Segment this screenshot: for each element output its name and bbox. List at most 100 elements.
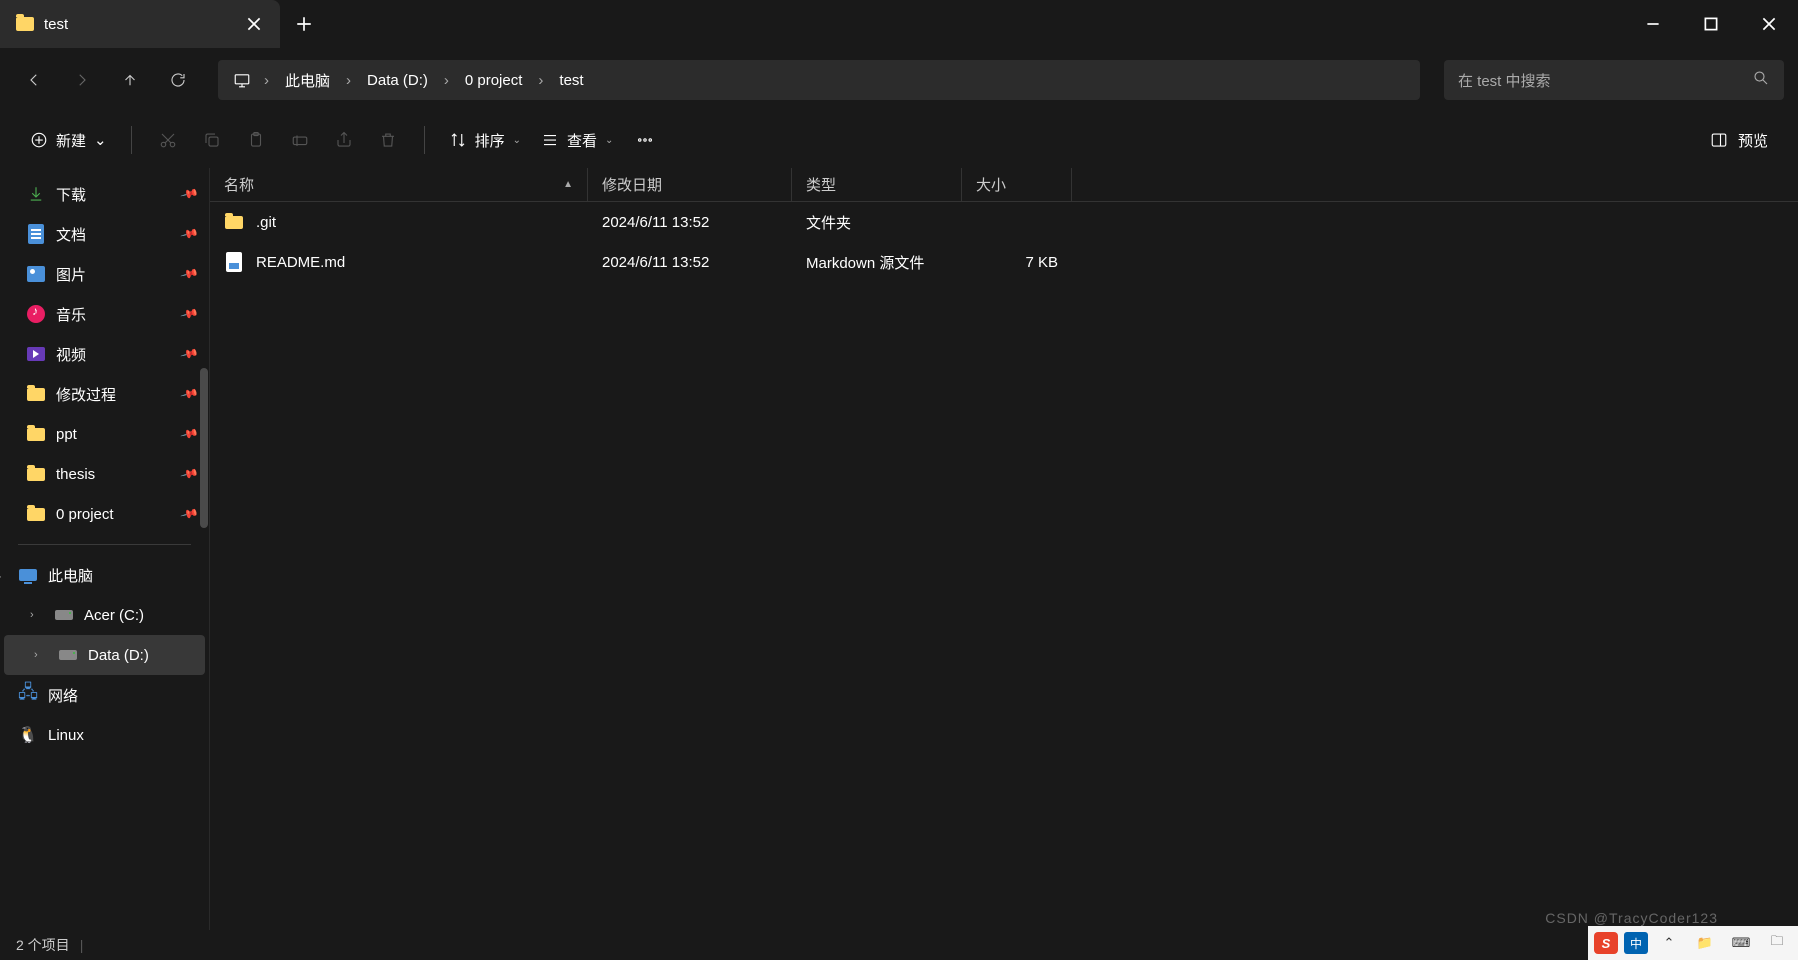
chevron-right-icon: › — [536, 72, 545, 89]
tray-chevron-icon[interactable]: ⌃ — [1654, 930, 1684, 956]
share-button[interactable] — [322, 122, 366, 158]
sidebar-item-this-pc[interactable]: ⌄ 此电脑 — [0, 555, 209, 595]
chevron-right-icon[interactable]: › — [0, 729, 8, 741]
chevron-down-icon: ⌄ — [605, 135, 613, 146]
sidebar-label: 0 project — [56, 506, 114, 523]
up-button[interactable] — [110, 60, 150, 100]
sidebar-item-linux[interactable]: › 🐧 Linux — [0, 715, 209, 755]
body: 下载📌文档📌图片📌音乐📌视频📌修改过程📌ppt📌thesis📌0 project… — [0, 168, 1798, 930]
new-label: 新建 — [56, 130, 86, 151]
maximize-button[interactable] — [1682, 0, 1740, 48]
tray-battery-icon[interactable]: 🗀 — [1762, 930, 1792, 956]
tab[interactable]: test — [0, 0, 280, 48]
search-placeholder: 在 test 中搜索 — [1458, 70, 1752, 91]
breadcrumb-segment[interactable]: Data (D:) — [357, 68, 438, 93]
chevron-down-icon: ⌄ — [513, 135, 521, 146]
sidebar-item[interactable]: 修改过程📌 — [0, 374, 209, 414]
chevron-down-icon[interactable]: ⌄ — [0, 569, 8, 582]
folder-icon — [27, 388, 45, 401]
column-header-row: 名称 ▲ 修改日期 类型 大小 — [210, 168, 1798, 202]
tray-keyboard-icon[interactable]: ⌨ — [1726, 930, 1756, 956]
cut-button[interactable] — [146, 122, 190, 158]
copy-button[interactable] — [190, 122, 234, 158]
new-tab-button[interactable] — [280, 0, 328, 48]
window-controls — [1624, 0, 1798, 48]
column-header-type[interactable]: 类型 — [792, 168, 962, 201]
file-name: .git — [256, 214, 276, 231]
sidebar-label: Acer (C:) — [84, 607, 144, 624]
sidebar-item[interactable]: ppt📌 — [0, 414, 209, 454]
breadcrumb-segment[interactable]: test — [549, 68, 593, 93]
sidebar-item[interactable]: 0 project📌 — [0, 494, 209, 534]
sidebar-item[interactable]: 文档📌 — [0, 214, 209, 254]
forward-button[interactable] — [62, 60, 102, 100]
breadcrumb-segment[interactable]: 0 project — [455, 68, 533, 93]
download-icon — [26, 184, 46, 204]
pin-icon: 📌 — [180, 384, 200, 404]
address-bar[interactable]: › 此电脑 › Data (D:) › 0 project › test — [218, 60, 1420, 100]
minimize-button[interactable] — [1624, 0, 1682, 48]
more-button[interactable] — [623, 122, 667, 158]
sort-button[interactable]: 排序 ⌄ — [439, 124, 531, 157]
separator — [131, 126, 132, 154]
tray-sogou-icon[interactable]: S — [1594, 932, 1618, 954]
scrollbar[interactable] — [200, 368, 208, 528]
breadcrumb-segment[interactable]: 此电脑 — [275, 66, 340, 95]
sidebar-item-drive[interactable]: › Acer (C:) — [0, 595, 209, 635]
chevron-right-icon[interactable]: › — [30, 609, 44, 621]
refresh-button[interactable] — [158, 60, 198, 100]
delete-button[interactable] — [366, 122, 410, 158]
paste-button[interactable] — [234, 122, 278, 158]
file-name: README.md — [256, 254, 345, 271]
sort-label: 排序 — [475, 130, 505, 151]
sidebar-item-network[interactable]: › 🖧 网络 — [0, 675, 209, 715]
separator — [424, 126, 425, 154]
sidebar: 下载📌文档📌图片📌音乐📌视频📌修改过程📌ppt📌thesis📌0 project… — [0, 168, 210, 930]
column-header-date[interactable]: 修改日期 — [588, 168, 792, 201]
new-button[interactable]: 新建 ⌄ — [20, 124, 117, 157]
music-icon — [27, 305, 45, 323]
pin-icon: 📌 — [180, 344, 200, 364]
pin-icon: 📌 — [180, 184, 200, 204]
close-window-button[interactable] — [1740, 0, 1798, 48]
view-label: 查看 — [567, 130, 597, 151]
tray-folder-icon[interactable]: 📁 — [1690, 930, 1720, 956]
sidebar-item[interactable]: thesis📌 — [0, 454, 209, 494]
sidebar-item[interactable]: 视频📌 — [0, 334, 209, 374]
rename-button[interactable] — [278, 122, 322, 158]
chevron-down-icon: ⌄ — [94, 131, 107, 149]
column-header-size[interactable]: 大小 — [962, 168, 1072, 201]
column-header-name[interactable]: 名称 ▲ — [210, 168, 588, 201]
sort-asc-icon: ▲ — [563, 179, 573, 190]
close-tab-button[interactable] — [240, 10, 268, 38]
sidebar-item[interactable]: 音乐📌 — [0, 294, 209, 334]
search-input[interactable]: 在 test 中搜索 — [1444, 60, 1784, 100]
chevron-right-icon: › — [442, 72, 451, 89]
sidebar-item[interactable]: 下载📌 — [0, 174, 209, 214]
file-date: 2024/6/11 13:52 — [588, 214, 792, 231]
markdown-icon — [226, 252, 242, 272]
folder-icon — [27, 428, 45, 441]
folder-icon — [27, 508, 45, 521]
document-icon — [28, 224, 44, 244]
preview-button[interactable]: 预览 — [1700, 124, 1778, 157]
titlebar: test — [0, 0, 1798, 48]
sidebar-item-drive[interactable]: ›Data (D:) — [4, 635, 205, 675]
view-button[interactable]: 查看 ⌄ — [531, 124, 623, 157]
navigation-bar: › 此电脑 › Data (D:) › 0 project › test 在 t… — [0, 48, 1798, 112]
file-list: 名称 ▲ 修改日期 类型 大小 .git 2024/6/11 13:52文件夹 RE… — [210, 168, 1798, 930]
table-row[interactable]: README.md2024/6/11 13:52Markdown 源文件7 KB — [210, 242, 1798, 282]
status-bar: 2 个项目 | — [0, 930, 1798, 960]
chevron-right-icon: › — [262, 72, 271, 89]
sidebar-item[interactable]: 图片📌 — [0, 254, 209, 294]
chevron-right-icon[interactable]: › — [34, 649, 48, 661]
pin-icon: 📌 — [180, 264, 200, 284]
pin-icon: 📌 — [180, 304, 200, 324]
sidebar-label: thesis — [56, 466, 95, 483]
table-row[interactable]: .git 2024/6/11 13:52文件夹 — [210, 202, 1798, 242]
tray-ime-button[interactable]: 中 — [1624, 932, 1648, 954]
file-type: 文件夹 — [792, 212, 962, 233]
back-button[interactable] — [14, 60, 54, 100]
chevron-right-icon[interactable]: › — [0, 689, 8, 701]
video-icon — [27, 347, 45, 361]
